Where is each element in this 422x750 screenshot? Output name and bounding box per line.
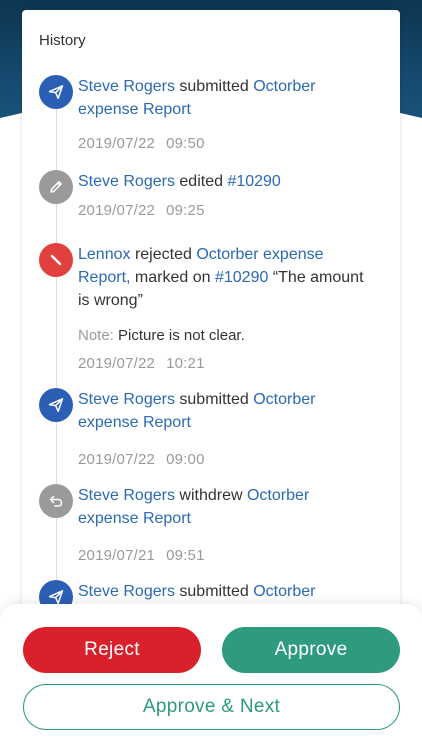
history-entry: Steve Rogers edited #10290 2019/07/22 09:… bbox=[39, 170, 389, 230]
history-entry: Lennox rejected Octorber expense Report,… bbox=[39, 243, 389, 373]
quote-text: is wrong” bbox=[78, 292, 143, 309]
quote-text: “The amount bbox=[272, 269, 364, 286]
report-link[interactable]: Octorber bbox=[253, 583, 315, 600]
send-icon bbox=[39, 75, 73, 109]
history-title: History bbox=[39, 32, 86, 49]
actor-link[interactable]: Steve Rogers bbox=[78, 78, 175, 95]
history-entry-text: Steve Rogers submitted Octorber expense … bbox=[78, 388, 378, 434]
history-entry-text: Steve Rogers submitted Octorber bbox=[78, 580, 378, 603]
report-link[interactable]: expense Report bbox=[78, 414, 191, 431]
actor-link[interactable]: Steve Rogers bbox=[78, 391, 175, 408]
marked-text: marked on bbox=[134, 269, 211, 286]
undo-icon bbox=[39, 484, 73, 518]
timestamp: 2019/07/22 09:50 bbox=[78, 135, 205, 152]
history-card: History Steve Rogers submitted Octorber … bbox=[22, 10, 400, 650]
timestamp: 2019/07/22 10:21 bbox=[78, 355, 205, 372]
actor-link[interactable]: Steve Rogers bbox=[78, 583, 175, 600]
action-text: edited bbox=[179, 173, 223, 190]
history-entry-text: Steve Rogers edited #10290 bbox=[78, 170, 378, 193]
action-text: withdrew bbox=[179, 487, 243, 504]
action-text: submitted bbox=[179, 583, 249, 600]
timestamp: 2019/07/22 09:00 bbox=[78, 451, 205, 468]
note-text: Picture is not clear. bbox=[118, 327, 245, 344]
timestamp: 2019/07/21 09:51 bbox=[78, 547, 205, 564]
history-entry: Steve Rogers submitted Octorber expense … bbox=[39, 75, 389, 155]
report-link[interactable]: expense Report bbox=[78, 101, 191, 118]
history-entry: Steve Rogers submitted Octorber expense … bbox=[39, 388, 389, 468]
rejection-note: Note: Picture is not clear. bbox=[78, 325, 245, 347]
report-link[interactable]: Octorber bbox=[247, 487, 309, 504]
actor-link[interactable]: Steve Rogers bbox=[78, 173, 175, 190]
history-entry-text: Steve Rogers submitted Octorber expense … bbox=[78, 75, 378, 121]
action-text: submitted bbox=[179, 78, 249, 95]
action-bar: Reject Approve Approve & Next bbox=[0, 604, 422, 750]
report-link[interactable]: Octorber expense bbox=[196, 246, 323, 263]
history-entry-text: Steve Rogers withdrew Octorber expense R… bbox=[78, 484, 378, 530]
reject-icon bbox=[39, 243, 73, 277]
report-link[interactable]: Report, bbox=[78, 269, 130, 286]
report-link[interactable]: Octorber bbox=[253, 391, 315, 408]
actor-link[interactable]: Steve Rogers bbox=[78, 487, 175, 504]
report-link[interactable]: Octorber bbox=[253, 78, 315, 95]
reject-button[interactable]: Reject bbox=[23, 627, 201, 673]
approve-next-button[interactable]: Approve & Next bbox=[23, 684, 400, 730]
note-label: Note: bbox=[78, 327, 114, 344]
reference-link[interactable]: #10290 bbox=[215, 269, 268, 286]
timestamp: 2019/07/22 09:25 bbox=[78, 202, 205, 219]
actor-link[interactable]: Lennox bbox=[78, 246, 131, 263]
approve-button[interactable]: Approve bbox=[222, 627, 400, 673]
history-entry-text: Lennox rejected Octorber expense Report,… bbox=[78, 243, 378, 312]
history-entry: Steve Rogers withdrew Octorber expense R… bbox=[39, 484, 389, 564]
action-text: rejected bbox=[134, 246, 192, 263]
pencil-icon bbox=[39, 170, 73, 204]
reference-link[interactable]: #10290 bbox=[227, 173, 280, 190]
action-text: submitted bbox=[179, 391, 249, 408]
send-icon bbox=[39, 388, 73, 422]
report-link[interactable]: expense Report bbox=[78, 510, 191, 527]
